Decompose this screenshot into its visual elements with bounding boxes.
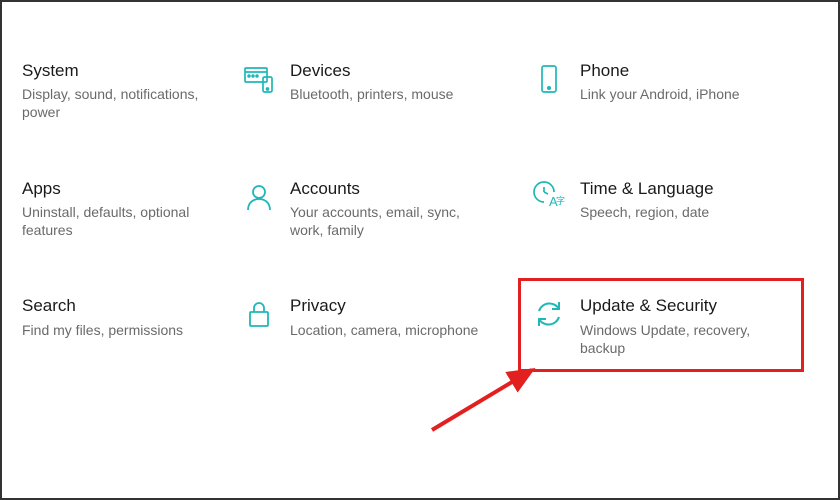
tile-search[interactable]: Search Find my files, permissions bbox=[22, 295, 232, 357]
tile-title: Apps bbox=[22, 178, 222, 199]
tile-desc: Link your Android, iPhone bbox=[580, 85, 740, 103]
devices-icon bbox=[242, 62, 276, 96]
tile-title: Accounts bbox=[290, 178, 490, 199]
tile-title: Time & Language bbox=[580, 178, 714, 199]
tile-title: System bbox=[22, 60, 222, 81]
tile-update-security[interactable]: Update & Security Windows Update, recove… bbox=[532, 295, 822, 357]
tile-desc: Your accounts, email, sync, work, family bbox=[290, 203, 490, 239]
tile-desc: Display, sound, notifications, power bbox=[22, 85, 222, 121]
svg-text:字: 字 bbox=[556, 195, 565, 206]
tile-desc: Windows Update, recovery, backup bbox=[580, 321, 780, 357]
tile-title: Devices bbox=[290, 60, 453, 81]
tile-phone[interactable]: Phone Link your Android, iPhone bbox=[532, 60, 822, 122]
tile-time-language[interactable]: A 字 Time & Language Speech, region, date bbox=[532, 178, 822, 240]
settings-grid: System Display, sound, notifications, po… bbox=[2, 2, 838, 357]
tile-desc: Uninstall, defaults, optional features bbox=[22, 203, 222, 239]
tile-title: Privacy bbox=[290, 295, 478, 316]
phone-icon bbox=[532, 62, 566, 96]
tile-system[interactable]: System Display, sound, notifications, po… bbox=[22, 60, 232, 122]
accounts-icon bbox=[242, 180, 276, 214]
tile-desc: Location, camera, microphone bbox=[290, 321, 478, 339]
time-language-icon: A 字 bbox=[532, 180, 566, 214]
tile-desc: Find my files, permissions bbox=[22, 321, 183, 339]
tile-privacy[interactable]: Privacy Location, camera, microphone bbox=[242, 295, 522, 357]
tile-title: Update & Security bbox=[580, 295, 780, 316]
tile-desc: Bluetooth, printers, mouse bbox=[290, 85, 453, 103]
tile-desc: Speech, region, date bbox=[580, 203, 714, 221]
privacy-lock-icon bbox=[242, 297, 276, 331]
update-sync-icon bbox=[532, 297, 566, 331]
tile-title: Search bbox=[22, 295, 183, 316]
annotation-arrow-icon bbox=[422, 360, 552, 440]
tile-accounts[interactable]: Accounts Your accounts, email, sync, wor… bbox=[242, 178, 522, 240]
tile-apps[interactable]: Apps Uninstall, defaults, optional featu… bbox=[22, 178, 232, 240]
tile-title: Phone bbox=[580, 60, 740, 81]
tile-devices[interactable]: Devices Bluetooth, printers, mouse bbox=[242, 60, 522, 122]
